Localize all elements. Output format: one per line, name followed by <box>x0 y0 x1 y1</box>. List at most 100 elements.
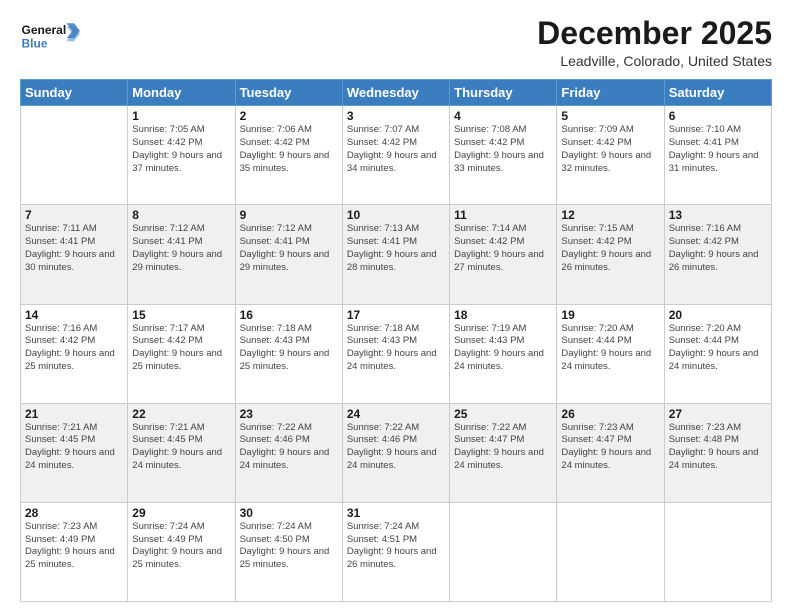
day-info: Sunrise: 7:18 AMSunset: 4:43 PMDaylight:… <box>240 323 338 374</box>
header-friday: Friday <box>557 80 664 106</box>
calendar-week-row: 7Sunrise: 7:11 AMSunset: 4:41 PMDaylight… <box>21 205 772 304</box>
day-number: 19 <box>561 308 659 322</box>
calendar-cell: 13Sunrise: 7:16 AMSunset: 4:42 PMDayligh… <box>664 205 771 304</box>
calendar-week-row: 21Sunrise: 7:21 AMSunset: 4:45 PMDayligh… <box>21 403 772 502</box>
day-info: Sunrise: 7:23 AMSunset: 4:49 PMDaylight:… <box>25 521 123 572</box>
location: Leadville, Colorado, United States <box>537 53 772 69</box>
calendar-cell: 7Sunrise: 7:11 AMSunset: 4:41 PMDaylight… <box>21 205 128 304</box>
day-info: Sunrise: 7:08 AMSunset: 4:42 PMDaylight:… <box>454 124 552 175</box>
calendar-cell <box>557 502 664 601</box>
day-number: 12 <box>561 208 659 222</box>
day-number: 31 <box>347 506 445 520</box>
calendar-cell: 20Sunrise: 7:20 AMSunset: 4:44 PMDayligh… <box>664 304 771 403</box>
day-number: 8 <box>132 208 230 222</box>
month-title: December 2025 <box>537 16 772 51</box>
calendar-cell: 16Sunrise: 7:18 AMSunset: 4:43 PMDayligh… <box>235 304 342 403</box>
day-number: 22 <box>132 407 230 421</box>
calendar-cell: 19Sunrise: 7:20 AMSunset: 4:44 PMDayligh… <box>557 304 664 403</box>
day-info: Sunrise: 7:24 AMSunset: 4:49 PMDaylight:… <box>132 521 230 572</box>
day-info: Sunrise: 7:24 AMSunset: 4:51 PMDaylight:… <box>347 521 445 572</box>
day-number: 28 <box>25 506 123 520</box>
calendar-cell: 10Sunrise: 7:13 AMSunset: 4:41 PMDayligh… <box>342 205 449 304</box>
day-info: Sunrise: 7:22 AMSunset: 4:46 PMDaylight:… <box>347 422 445 473</box>
day-info: Sunrise: 7:22 AMSunset: 4:46 PMDaylight:… <box>240 422 338 473</box>
logo-icon: General Blue <box>20 16 80 56</box>
day-number: 4 <box>454 109 552 123</box>
day-number: 3 <box>347 109 445 123</box>
svg-text:Blue: Blue <box>22 36 48 50</box>
calendar-cell <box>664 502 771 601</box>
day-number: 25 <box>454 407 552 421</box>
day-number: 10 <box>347 208 445 222</box>
calendar-cell: 28Sunrise: 7:23 AMSunset: 4:49 PMDayligh… <box>21 502 128 601</box>
calendar-cell: 31Sunrise: 7:24 AMSunset: 4:51 PMDayligh… <box>342 502 449 601</box>
calendar-cell: 21Sunrise: 7:21 AMSunset: 4:45 PMDayligh… <box>21 403 128 502</box>
day-number: 27 <box>669 407 767 421</box>
day-number: 15 <box>132 308 230 322</box>
day-number: 17 <box>347 308 445 322</box>
day-info: Sunrise: 7:15 AMSunset: 4:42 PMDaylight:… <box>561 223 659 274</box>
day-info: Sunrise: 7:13 AMSunset: 4:41 PMDaylight:… <box>347 223 445 274</box>
header-monday: Monday <box>128 80 235 106</box>
calendar-cell: 8Sunrise: 7:12 AMSunset: 4:41 PMDaylight… <box>128 205 235 304</box>
calendar-cell: 15Sunrise: 7:17 AMSunset: 4:42 PMDayligh… <box>128 304 235 403</box>
day-number: 5 <box>561 109 659 123</box>
header-saturday: Saturday <box>664 80 771 106</box>
calendar-cell: 23Sunrise: 7:22 AMSunset: 4:46 PMDayligh… <box>235 403 342 502</box>
day-info: Sunrise: 7:24 AMSunset: 4:50 PMDaylight:… <box>240 521 338 572</box>
calendar-cell: 22Sunrise: 7:21 AMSunset: 4:45 PMDayligh… <box>128 403 235 502</box>
day-info: Sunrise: 7:07 AMSunset: 4:42 PMDaylight:… <box>347 124 445 175</box>
calendar-cell: 2Sunrise: 7:06 AMSunset: 4:42 PMDaylight… <box>235 106 342 205</box>
calendar-week-row: 1Sunrise: 7:05 AMSunset: 4:42 PMDaylight… <box>21 106 772 205</box>
day-number: 2 <box>240 109 338 123</box>
calendar-cell: 4Sunrise: 7:08 AMSunset: 4:42 PMDaylight… <box>450 106 557 205</box>
day-number: 23 <box>240 407 338 421</box>
calendar-cell: 6Sunrise: 7:10 AMSunset: 4:41 PMDaylight… <box>664 106 771 205</box>
calendar-cell: 3Sunrise: 7:07 AMSunset: 4:42 PMDaylight… <box>342 106 449 205</box>
calendar-cell: 30Sunrise: 7:24 AMSunset: 4:50 PMDayligh… <box>235 502 342 601</box>
day-number: 13 <box>669 208 767 222</box>
day-info: Sunrise: 7:16 AMSunset: 4:42 PMDaylight:… <box>25 323 123 374</box>
day-info: Sunrise: 7:18 AMSunset: 4:43 PMDaylight:… <box>347 323 445 374</box>
day-number: 21 <box>25 407 123 421</box>
day-number: 18 <box>454 308 552 322</box>
calendar-cell: 12Sunrise: 7:15 AMSunset: 4:42 PMDayligh… <box>557 205 664 304</box>
header-thursday: Thursday <box>450 80 557 106</box>
day-number: 7 <box>25 208 123 222</box>
calendar-cell: 24Sunrise: 7:22 AMSunset: 4:46 PMDayligh… <box>342 403 449 502</box>
day-info: Sunrise: 7:23 AMSunset: 4:47 PMDaylight:… <box>561 422 659 473</box>
day-info: Sunrise: 7:21 AMSunset: 4:45 PMDaylight:… <box>132 422 230 473</box>
title-block: December 2025 Leadville, Colorado, Unite… <box>537 16 772 69</box>
header-wednesday: Wednesday <box>342 80 449 106</box>
day-info: Sunrise: 7:21 AMSunset: 4:45 PMDaylight:… <box>25 422 123 473</box>
logo: General Blue <box>20 16 80 56</box>
day-info: Sunrise: 7:17 AMSunset: 4:42 PMDaylight:… <box>132 323 230 374</box>
calendar-cell <box>21 106 128 205</box>
calendar-cell: 1Sunrise: 7:05 AMSunset: 4:42 PMDaylight… <box>128 106 235 205</box>
day-info: Sunrise: 7:05 AMSunset: 4:42 PMDaylight:… <box>132 124 230 175</box>
day-number: 29 <box>132 506 230 520</box>
calendar-cell <box>450 502 557 601</box>
day-number: 9 <box>240 208 338 222</box>
calendar-cell: 27Sunrise: 7:23 AMSunset: 4:48 PMDayligh… <box>664 403 771 502</box>
calendar-cell: 5Sunrise: 7:09 AMSunset: 4:42 PMDaylight… <box>557 106 664 205</box>
header-sunday: Sunday <box>21 80 128 106</box>
day-info: Sunrise: 7:23 AMSunset: 4:48 PMDaylight:… <box>669 422 767 473</box>
calendar-cell: 25Sunrise: 7:22 AMSunset: 4:47 PMDayligh… <box>450 403 557 502</box>
day-number: 16 <box>240 308 338 322</box>
svg-text:General: General <box>22 23 67 37</box>
day-info: Sunrise: 7:22 AMSunset: 4:47 PMDaylight:… <box>454 422 552 473</box>
day-number: 24 <box>347 407 445 421</box>
calendar-cell: 14Sunrise: 7:16 AMSunset: 4:42 PMDayligh… <box>21 304 128 403</box>
day-info: Sunrise: 7:16 AMSunset: 4:42 PMDaylight:… <box>669 223 767 274</box>
day-info: Sunrise: 7:20 AMSunset: 4:44 PMDaylight:… <box>561 323 659 374</box>
day-info: Sunrise: 7:12 AMSunset: 4:41 PMDaylight:… <box>132 223 230 274</box>
calendar-cell: 9Sunrise: 7:12 AMSunset: 4:41 PMDaylight… <box>235 205 342 304</box>
header-tuesday: Tuesday <box>235 80 342 106</box>
day-number: 11 <box>454 208 552 222</box>
calendar-week-row: 14Sunrise: 7:16 AMSunset: 4:42 PMDayligh… <box>21 304 772 403</box>
day-number: 6 <box>669 109 767 123</box>
day-number: 26 <box>561 407 659 421</box>
day-info: Sunrise: 7:09 AMSunset: 4:42 PMDaylight:… <box>561 124 659 175</box>
calendar-cell: 18Sunrise: 7:19 AMSunset: 4:43 PMDayligh… <box>450 304 557 403</box>
